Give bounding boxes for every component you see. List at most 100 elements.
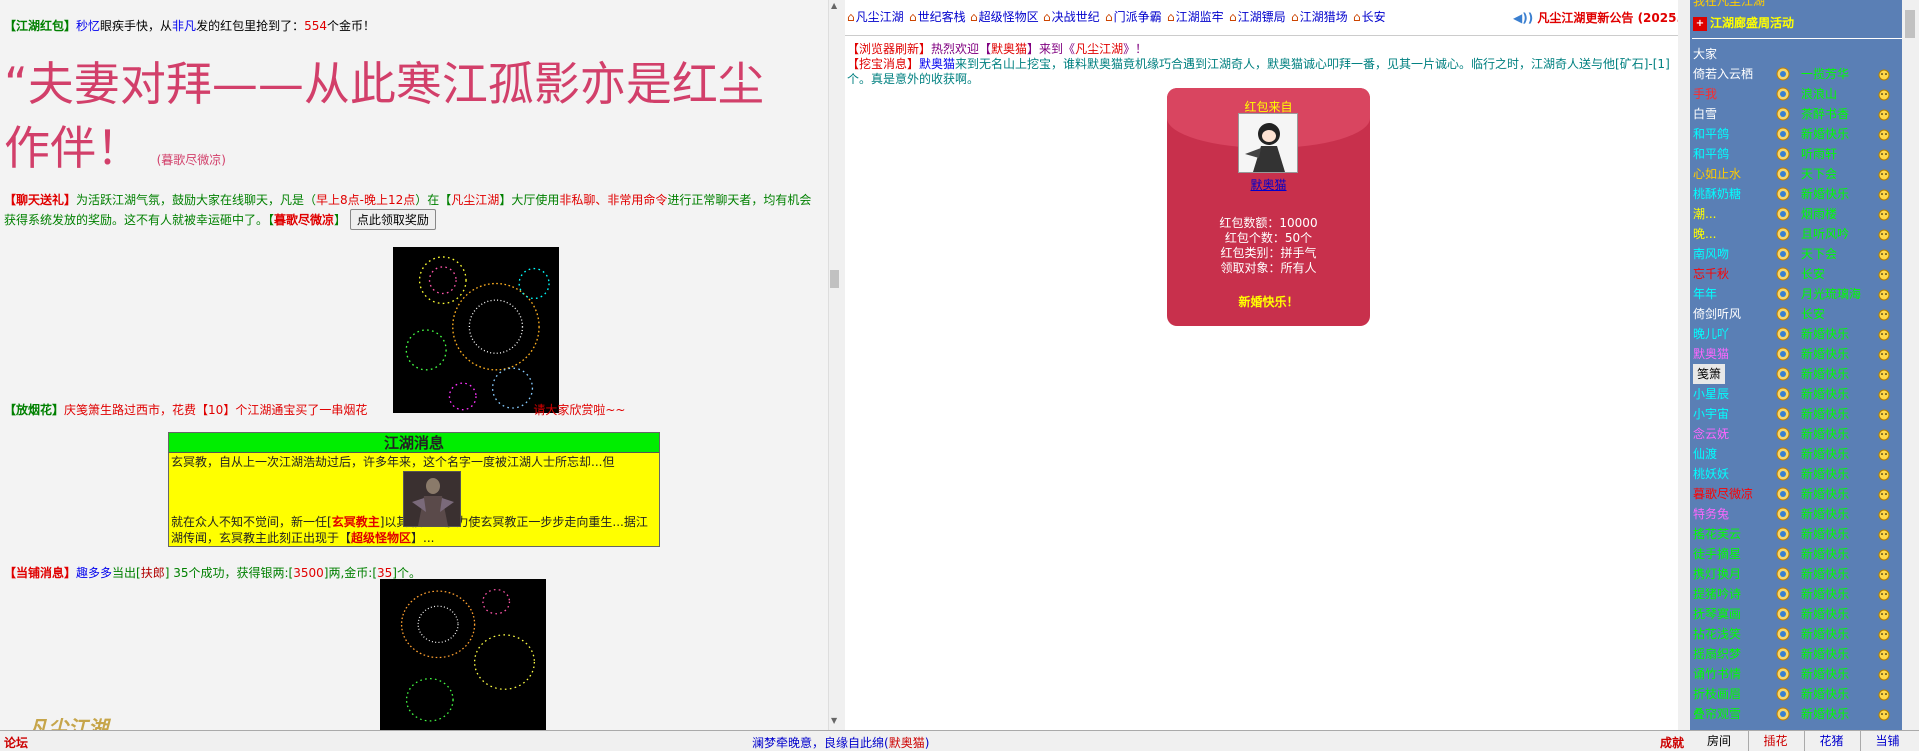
user-location[interactable]: 新婚快乐: [1801, 624, 1849, 644]
user-row[interactable]: 桃妖妖 新婚快乐: [1693, 464, 1901, 484]
user-row[interactable]: 暮歌尽微凉 新婚快乐: [1693, 484, 1901, 504]
user-location[interactable]: 新婚快乐: [1801, 464, 1849, 484]
hongbao-user1[interactable]: 秒忆: [76, 19, 100, 33]
user-name[interactable]: 携灯换月: [1693, 564, 1741, 584]
user-row[interactable]: 倚若入云栖 一揽芳华: [1693, 64, 1901, 84]
user-location[interactable]: 新婚快乐: [1801, 324, 1849, 344]
user-row[interactable]: 倚剑听风 长安: [1693, 304, 1901, 324]
tab-changan[interactable]: ⌂长安: [1353, 8, 1386, 25]
user-location[interactable]: 浪浪山: [1801, 84, 1837, 104]
user-name[interactable]: 和平鸽: [1693, 144, 1729, 164]
user-name[interactable]: 暮歌尽微凉: [1693, 484, 1753, 504]
user-name[interactable]: 忘千秋: [1693, 264, 1729, 284]
user-location[interactable]: 新婚快乐: [1801, 384, 1849, 404]
tab-escort-bureau[interactable]: ⌂江湖镖局: [1229, 8, 1286, 25]
user-location[interactable]: 新婚快乐: [1801, 704, 1849, 724]
user-name[interactable]: 倚剑听风: [1693, 304, 1741, 324]
user-name[interactable]: 南风吻: [1693, 244, 1729, 264]
user-name[interactable]: 搖花芙云: [1693, 524, 1741, 544]
forum-link[interactable]: 论坛: [4, 734, 28, 751]
user-location[interactable]: 新婚快乐: [1801, 124, 1849, 144]
chat-reward-winner[interactable]: 暮歌尽微凉: [274, 213, 334, 227]
marquee-user[interactable]: 默奥猫: [889, 736, 925, 750]
user-name[interactable]: 诵竹书情: [1693, 664, 1741, 684]
user-row[interactable]: 摇扇织梦 新婚快乐: [1693, 644, 1901, 664]
user-location[interactable]: 一揽芳华: [1801, 64, 1849, 84]
tab-final-battle[interactable]: ⌂决战世纪: [1043, 8, 1100, 25]
news-zone-name[interactable]: 超级怪物区: [351, 531, 411, 545]
tab-century-inn[interactable]: ⌂世纪客栈: [909, 8, 966, 25]
tab-super-monster-zone[interactable]: ⌂超级怪物区: [970, 8, 1039, 25]
user-location[interactable]: 天下会: [1801, 244, 1837, 264]
user-name[interactable]: 默奥猫: [1693, 344, 1729, 364]
user-location[interactable]: 天下会: [1801, 164, 1837, 184]
user-row[interactable]: 小星辰 新婚快乐: [1693, 384, 1901, 404]
user-name[interactable]: 特务兔: [1693, 504, 1729, 524]
user-name[interactable]: 笺箫: [1693, 364, 1726, 384]
user-row[interactable]: 特务兔 新婚快乐: [1693, 504, 1901, 524]
user-name[interactable]: 和平鸽: [1693, 124, 1729, 144]
user-row[interactable]: 晚儿吖 新婚快乐: [1693, 324, 1901, 344]
user-name[interactable]: 小宇宙: [1693, 404, 1729, 424]
user-row[interactable]: 徒手摘星 新婚快乐: [1693, 544, 1901, 564]
tab-flower-arranging[interactable]: 插花: [1748, 731, 1802, 751]
user-row[interactable]: 大家: [1693, 44, 1901, 64]
user-row[interactable]: 和平鸽 新婚快乐: [1693, 124, 1901, 144]
user-name[interactable]: 折枝画眉: [1693, 684, 1741, 704]
user-location[interactable]: 新婚快乐: [1801, 404, 1849, 424]
user-location[interactable]: 长安: [1801, 304, 1825, 324]
user-row[interactable]: 默奥猫 新婚快乐: [1693, 344, 1901, 364]
user-name[interactable]: 心如止水: [1693, 164, 1741, 184]
user-row[interactable]: 桃酥奶糖 新婚快乐: [1693, 184, 1901, 204]
user-name[interactable]: 手我: [1693, 84, 1717, 104]
user-name[interactable]: 晚...: [1693, 224, 1716, 244]
user-name[interactable]: 大家: [1693, 44, 1717, 64]
refresh-user[interactable]: 默奥猫: [991, 42, 1027, 56]
update-announcement-link[interactable]: ◀)) 凡尘江湖更新公告 (2025.2.: [1513, 9, 1690, 26]
user-row[interactable]: 诵竹书情 新婚快乐: [1693, 664, 1901, 684]
left-scrollbar[interactable]: ▲ ▼: [828, 0, 840, 730]
user-row[interactable]: 念云妩 新婚快乐: [1693, 424, 1901, 444]
pawn-user[interactable]: 趣多多: [76, 566, 112, 580]
tab-flower-pig[interactable]: 花猪: [1804, 731, 1858, 751]
user-row[interactable]: 忘千秋 长安: [1693, 264, 1901, 284]
scroll-up-icon[interactable]: ▲: [831, 1, 837, 10]
user-location[interactable]: 月光琉璃海: [1801, 284, 1861, 304]
user-location[interactable]: 新婚快乐: [1801, 604, 1849, 624]
user-location[interactable]: 新婚快乐: [1801, 504, 1849, 524]
user-name[interactable]: 桃酥奶糖: [1693, 184, 1741, 204]
user-row[interactable]: 南风吻 天下会: [1693, 244, 1901, 264]
user-location[interactable]: 新婚快乐: [1801, 424, 1849, 444]
tab-fanchen-jianghu[interactable]: ⌂凡尘江湖: [847, 8, 904, 25]
user-row[interactable]: 和平鸽 听雨轩: [1693, 144, 1901, 164]
user-location[interactable]: 茶醉书香: [1801, 104, 1849, 124]
user-location[interactable]: 新婚快乐: [1801, 564, 1849, 584]
user-row[interactable]: 小宇宙 新婚快乐: [1693, 404, 1901, 424]
user-name[interactable]: 晚儿吖: [1693, 324, 1729, 344]
user-row[interactable]: 拈花浅笑 新婚快乐: [1693, 624, 1901, 644]
user-name[interactable]: 摇扇织梦: [1693, 644, 1741, 664]
user-name[interactable]: 仙渡: [1693, 444, 1717, 464]
user-location[interactable]: 烟雨楼: [1801, 204, 1837, 224]
user-name[interactable]: 潮...: [1693, 204, 1716, 224]
user-location[interactable]: 新婚快乐: [1801, 344, 1849, 364]
tab-hunting-ground[interactable]: ⌂江湖猎场: [1291, 8, 1348, 25]
user-location[interactable]: 新婚快乐: [1801, 444, 1849, 464]
user-location[interactable]: 新婚快乐: [1801, 644, 1849, 664]
user-location[interactable]: 新婚快乐: [1801, 584, 1849, 604]
user-row[interactable]: 叠帘观雪 新婚快乐: [1693, 704, 1901, 724]
user-row[interactable]: 携灯换月 新婚快乐: [1693, 564, 1901, 584]
user-row[interactable]: 笺箫 新婚快乐: [1693, 364, 1901, 384]
user-location[interactable]: 听雨轩: [1801, 144, 1837, 164]
user-row[interactable]: 提猪吟诗 新婚快乐: [1693, 584, 1901, 604]
user-name[interactable]: 提猪吟诗: [1693, 584, 1741, 604]
user-row[interactable]: 手我 浪浪山: [1693, 84, 1901, 104]
user-name[interactable]: 桃妖妖: [1693, 464, 1729, 484]
user-name[interactable]: 抚琴寞画: [1693, 604, 1741, 624]
user-row[interactable]: 年年 月光琉璃海: [1693, 284, 1901, 304]
user-name[interactable]: 念云妩: [1693, 424, 1729, 444]
middle-scrollbar[interactable]: [1678, 0, 1690, 730]
user-location[interactable]: 新婚快乐: [1801, 544, 1849, 564]
right-scrollbar[interactable]: [1902, 0, 1919, 730]
user-location[interactable]: 新婚快乐: [1801, 184, 1849, 204]
